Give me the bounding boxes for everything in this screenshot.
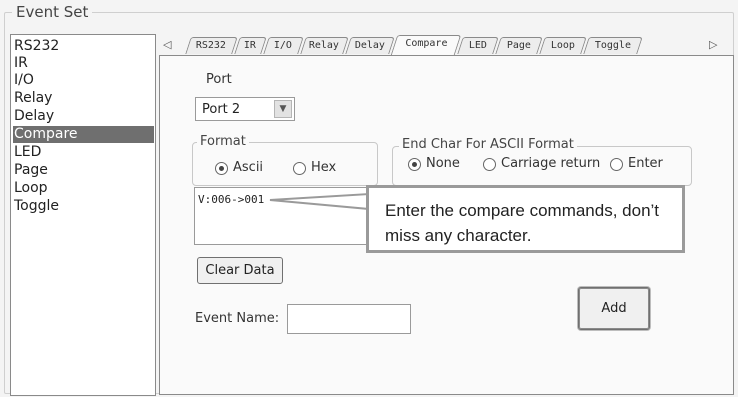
instruction-callout: Enter the compare commands, don’t miss a… bbox=[366, 185, 685, 253]
format-hex-label: Hex bbox=[311, 160, 337, 175]
tab-io[interactable]: I/O bbox=[263, 37, 304, 54]
event-tab-strip: ◁ RS232 IR I/O Relay Delay Compare LED P… bbox=[159, 34, 732, 56]
tab-scroll-right-icon[interactable]: ▷ bbox=[709, 38, 717, 51]
end-char-cr-radio[interactable] bbox=[483, 158, 496, 171]
end-char-cr-label: Carriage return bbox=[501, 156, 601, 171]
clear-data-button[interactable]: Clear Data bbox=[197, 257, 283, 284]
event-item-page[interactable]: Page bbox=[13, 162, 154, 179]
event-item-rs232[interactable]: RS232 bbox=[13, 38, 154, 55]
event-item-loop[interactable]: Loop bbox=[13, 180, 154, 197]
event-item-toggle[interactable]: Toggle bbox=[13, 198, 154, 215]
tab-scroll-left-icon[interactable]: ◁ bbox=[163, 38, 171, 51]
port-select[interactable]: Port 2 ▼ bbox=[195, 97, 295, 121]
tab-compare[interactable]: Compare bbox=[390, 35, 462, 55]
event-item-ir[interactable]: IR bbox=[13, 55, 154, 72]
tab-relay[interactable]: Relay bbox=[300, 37, 349, 54]
end-char-none-radio[interactable] bbox=[408, 158, 421, 171]
callout-text: Enter the compare commands, don’t miss a… bbox=[385, 201, 660, 245]
event-set-title: Event Set bbox=[12, 3, 93, 21]
tab-rs232[interactable]: RS232 bbox=[185, 37, 238, 54]
event-type-list[interactable]: RS232 IR I/O Relay Delay Compare LED Pag… bbox=[10, 34, 156, 396]
event-item-compare[interactable]: Compare bbox=[13, 126, 154, 143]
end-char-enter-radio[interactable] bbox=[610, 158, 623, 171]
tab-toggle[interactable]: Toggle bbox=[583, 37, 643, 54]
port-select-value: Port 2 bbox=[202, 102, 241, 117]
tab-loop[interactable]: Loop bbox=[539, 37, 587, 54]
tab-delay[interactable]: Delay bbox=[345, 37, 395, 54]
port-label: Port bbox=[206, 72, 232, 87]
chevron-down-icon[interactable]: ▼ bbox=[274, 100, 292, 118]
compare-data-value: V:006->001 bbox=[198, 193, 265, 206]
format-hex-radio[interactable] bbox=[293, 162, 306, 175]
event-item-led[interactable]: LED bbox=[13, 144, 154, 161]
end-char-enter-label: Enter bbox=[628, 156, 663, 171]
end-char-title: End Char For ASCII Format bbox=[399, 137, 577, 152]
format-ascii-radio[interactable] bbox=[215, 162, 228, 175]
tab-page[interactable]: Page bbox=[495, 37, 543, 54]
format-title: Format bbox=[197, 134, 249, 149]
callout-pointer bbox=[269, 192, 372, 211]
tab-led[interactable]: LED bbox=[457, 37, 499, 54]
event-item-delay[interactable]: Delay bbox=[13, 108, 154, 125]
event-item-io[interactable]: I/O bbox=[13, 72, 154, 89]
event-name-label: Event Name: bbox=[195, 311, 280, 326]
event-name-input[interactable] bbox=[287, 304, 411, 334]
format-ascii-label: Ascii bbox=[233, 160, 264, 175]
end-char-none-label: None bbox=[426, 156, 460, 171]
add-button[interactable]: Add bbox=[578, 287, 650, 330]
tab-ir[interactable]: IR bbox=[234, 37, 267, 54]
event-item-relay[interactable]: Relay bbox=[13, 90, 154, 107]
